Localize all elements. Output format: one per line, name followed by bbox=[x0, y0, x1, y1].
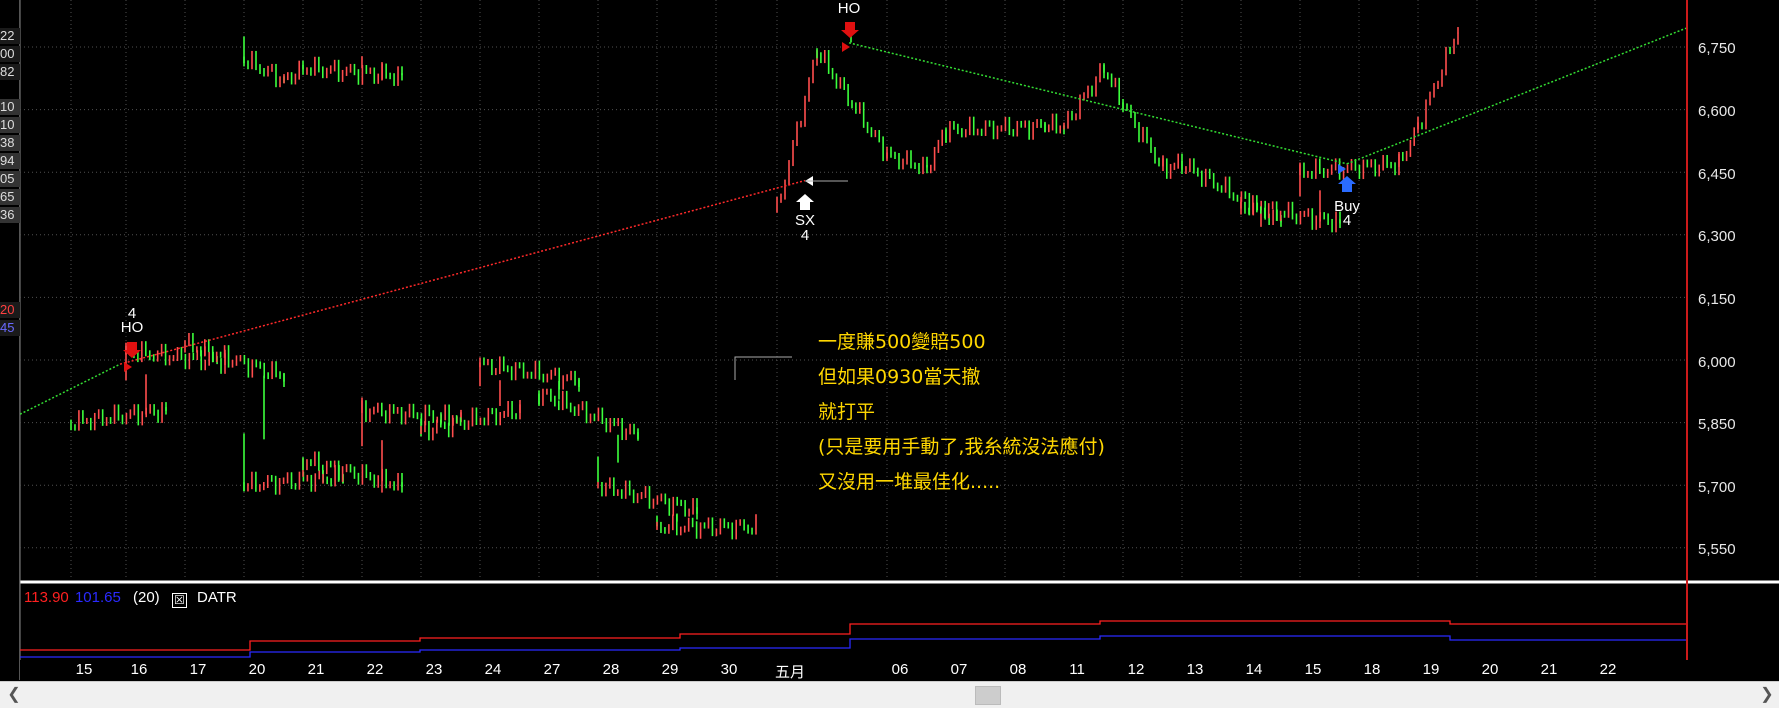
side-panel-value: 82 bbox=[0, 64, 20, 80]
datr-param: (20) bbox=[133, 589, 160, 606]
date-tick-label: 29 bbox=[661, 661, 679, 678]
side-panel-value: 65 bbox=[0, 189, 20, 205]
date-tick-label: 28 bbox=[602, 661, 620, 678]
date-tick-label: 18 bbox=[1363, 661, 1381, 678]
side-panel-value: 45 bbox=[0, 320, 20, 336]
side-panel-value: 10 bbox=[0, 117, 20, 133]
side-panel-value: 22 bbox=[0, 28, 20, 44]
horizontal-scrollbar[interactable]: ❮ ❯ bbox=[0, 681, 1779, 708]
date-tick-label: 五月 bbox=[774, 664, 806, 681]
price-tick-label: 6,600 bbox=[1698, 103, 1736, 120]
side-panel-value: 00 bbox=[0, 46, 20, 62]
date-tick-label: 19 bbox=[1422, 661, 1440, 678]
date-tick-label: 24 bbox=[484, 661, 502, 678]
annotation-line-4: (只是要用手動了,我糸統沒法應付) bbox=[818, 436, 1105, 458]
date-tick-label: 13 bbox=[1186, 661, 1204, 678]
datr-value-red: 113.90 bbox=[24, 589, 69, 606]
date-tick-label: 27 bbox=[543, 661, 561, 678]
date-axis: 15 16 17 20 21 22 23 24 27 28 29 30 五月 06 07 08 11 12 13 14… bbox=[20, 660, 1779, 681]
date-tick-label: 20 bbox=[248, 661, 266, 678]
date-tick-label: 21 bbox=[307, 661, 325, 678]
date-tick-label: 30 bbox=[720, 661, 738, 678]
date-tick-label: 23 bbox=[425, 661, 443, 678]
date-tick-label: 12 bbox=[1127, 661, 1145, 678]
date-tick-label: 06 bbox=[891, 661, 909, 678]
date-tick-label: 11 bbox=[1069, 661, 1085, 678]
date-tick-label: 07 bbox=[950, 661, 968, 678]
scroll-thumb[interactable] bbox=[975, 686, 1001, 705]
indicator-toggle-icon[interactable]: ☒ bbox=[171, 593, 187, 608]
left-side-panel: 22 00 82 10 10 38 94 05 65 36 20 45 bbox=[0, 0, 20, 680]
date-tick-label: 22 bbox=[1599, 661, 1617, 678]
annotation-line-2: 但如果0930當天撤 bbox=[818, 366, 981, 388]
side-panel-value: 10 bbox=[0, 99, 20, 115]
price-tick-label: 6,000 bbox=[1698, 354, 1736, 371]
datr-value-blue: 101.65 bbox=[74, 589, 121, 606]
price-tick-label: 6,300 bbox=[1698, 228, 1736, 245]
price-tick-label: 5,550 bbox=[1698, 541, 1736, 558]
scroll-right-icon[interactable]: ❯ bbox=[1757, 685, 1777, 705]
side-panel-value: 05 bbox=[0, 171, 20, 187]
date-tick-label: 20 bbox=[1481, 661, 1499, 678]
sx-count-label: 4 bbox=[800, 227, 810, 244]
side-panel-value: 94 bbox=[0, 153, 20, 169]
annotation-line-1: 一度賺500變賠500 bbox=[818, 331, 986, 353]
side-panel-value: 38 bbox=[0, 135, 20, 151]
date-tick-label: 08 bbox=[1009, 661, 1027, 678]
date-tick-label: 15 bbox=[1304, 661, 1322, 678]
ho2-label: HO bbox=[837, 0, 861, 17]
buy-count-label: 4 bbox=[1342, 212, 1352, 229]
side-panel-value: 36 bbox=[0, 207, 20, 223]
scroll-left-icon[interactable]: ❮ bbox=[4, 685, 24, 705]
annotation-line-5: 又沒用一堆最佳化..... bbox=[818, 471, 1001, 493]
date-tick-label: 14 bbox=[1245, 661, 1263, 678]
price-tick-label: 6,150 bbox=[1698, 291, 1736, 308]
side-panel-value: 20 bbox=[0, 302, 20, 318]
date-tick-label: 22 bbox=[366, 661, 384, 678]
ho1-label: HO bbox=[120, 319, 144, 336]
datr-blue-line bbox=[20, 635, 1686, 658]
date-tick-label: 21 bbox=[1540, 661, 1558, 678]
annotation-line-3: 就打平 bbox=[818, 401, 876, 423]
date-tick-label: 16 bbox=[130, 661, 148, 678]
price-tick-label: 6,750 bbox=[1698, 40, 1736, 57]
date-tick-label: 15 bbox=[75, 661, 93, 678]
price-tick-label: 5,850 bbox=[1698, 416, 1736, 433]
indicator-legend: 113.90 101.65 (20) ☒ DATR bbox=[24, 589, 237, 608]
price-tick-label: 6,450 bbox=[1698, 166, 1736, 183]
price-tick-label: 5,700 bbox=[1698, 479, 1736, 496]
date-tick-label: 17 bbox=[189, 661, 207, 678]
indicator-name: DATR bbox=[197, 589, 237, 606]
